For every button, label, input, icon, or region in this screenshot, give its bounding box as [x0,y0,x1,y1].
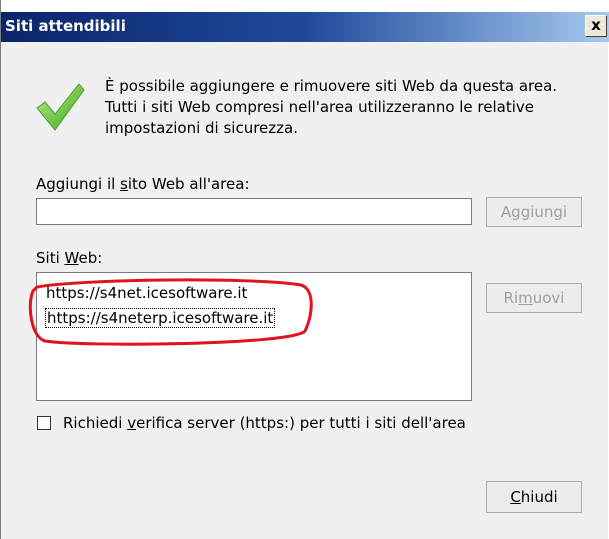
close-icon: x [591,16,601,34]
title-bar[interactable]: Siti attendibili x [1,12,609,42]
trusted-sites-dialog: Siti attendibili x È possibile aggiunger… [0,0,609,539]
list-item[interactable]: https://s4net.icesoftware.it [46,284,247,302]
verify-server-label[interactable]: Richiedi verifica server (https:) per tu… [63,414,466,432]
checkmark-icon [36,83,85,131]
info-text: È possibile aggiungere e rimuovere siti … [105,76,595,139]
remove-button[interactable]: Rimuovi [486,283,582,313]
add-site-input[interactable] [36,198,472,225]
top-margin [1,0,609,12]
close-button[interactable]: Chiudi [486,481,582,513]
info-line-1: È possibile aggiungere e rimuovere siti … [105,77,558,95]
list-item[interactable]: https://s4neterp.icesoftware.it [45,308,276,328]
websites-list[interactable]: https://s4net.icesoftware.it https://s4n… [36,272,472,401]
close-window-button[interactable]: x [585,15,607,37]
websites-label: Siti Web: [36,249,103,267]
window-title: Siti attendibili [5,17,126,35]
info-line-3: impostazioni di sicurezza. [105,119,298,137]
add-site-label: Aggiungi il sito Web all'area: [36,175,250,193]
add-button[interactable]: Aggiungi [486,197,582,227]
verify-server-checkbox[interactable] [37,416,51,430]
info-line-2: Tutti i siti Web compresi nell'area util… [105,98,535,116]
